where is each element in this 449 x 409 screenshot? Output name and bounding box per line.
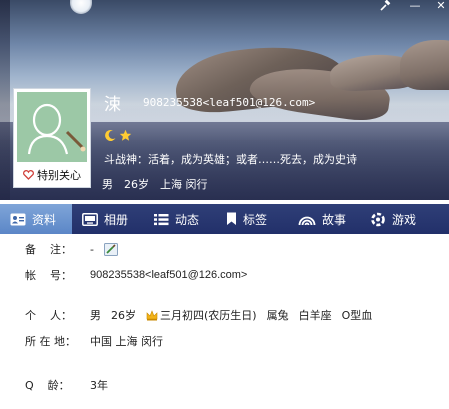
star-icon bbox=[119, 129, 132, 141]
personal-star-sign: 白羊座 bbox=[298, 309, 332, 322]
location-row: 所 在 地： 中国 上海 闵行 bbox=[25, 333, 163, 349]
profile-tabs: 资料 相册 动态 标签 故事 游戏 bbox=[0, 204, 449, 234]
basic-info-row: 男 26岁 上海 闵行 bbox=[102, 176, 219, 192]
personal-signature[interactable]: 斗战神：活着，成为英雄；或者……死去，成为史诗 bbox=[104, 151, 357, 167]
personal-zodiac: 属兔 bbox=[266, 309, 289, 322]
story-arc-icon bbox=[298, 216, 316, 225]
tab-profile-label: 资料 bbox=[32, 212, 57, 227]
moon-icon bbox=[105, 129, 116, 141]
nickname: 涑 bbox=[104, 95, 121, 115]
location-value: 中国 上海 闵行 bbox=[90, 335, 163, 348]
personal-blood-type: O型血 bbox=[341, 309, 373, 322]
tab-tags-label: 标签 bbox=[243, 212, 268, 227]
tab-feed[interactable]: 动态 bbox=[144, 204, 216, 234]
banner-rock bbox=[400, 40, 449, 90]
special-care-toggle[interactable]: 特别关心 bbox=[14, 165, 90, 185]
remark-row: 备 注： - bbox=[25, 241, 118, 257]
bookmark-icon bbox=[227, 212, 236, 225]
heart-icon bbox=[23, 170, 34, 180]
close-icon: ✕ bbox=[436, 0, 446, 12]
age: 26岁 bbox=[124, 178, 149, 191]
avatar[interactable] bbox=[17, 92, 87, 162]
q-age-label: Q 龄： bbox=[25, 379, 70, 392]
minimize-icon: — bbox=[409, 0, 421, 12]
window-left-edge bbox=[0, 0, 10, 200]
profile-card-icon bbox=[10, 213, 26, 225]
tab-album-label: 相册 bbox=[104, 212, 129, 227]
remark-label: 备 注： bbox=[25, 243, 72, 256]
crown-icon bbox=[146, 309, 158, 320]
tab-album[interactable]: 相册 bbox=[72, 204, 144, 234]
hammer-icon[interactable] bbox=[374, 0, 396, 14]
tab-feed-label: 动态 bbox=[175, 212, 200, 227]
personal-values: 男 26岁 三月初四(农历生日) 属兔 白羊座 O型血 bbox=[90, 307, 372, 323]
personal-age: 26岁 bbox=[111, 309, 136, 322]
feed-list-icon bbox=[154, 213, 169, 225]
q-age-row: Q 龄： 3年 bbox=[25, 377, 108, 393]
tab-games-label: 游戏 bbox=[392, 212, 417, 227]
game-icon bbox=[371, 212, 385, 226]
album-icon bbox=[82, 212, 98, 226]
personal-birthday: 三月初四(农历生日) bbox=[160, 309, 257, 322]
account-row: 帐 号： 908235538<leaf501@126.com> bbox=[25, 267, 247, 283]
minimize-button[interactable]: — bbox=[404, 0, 426, 14]
remark-value-group: - bbox=[90, 242, 118, 256]
qq-account-id: 908235538<leaf501@126.com> bbox=[143, 96, 316, 109]
profile-details: 备 注： - 帐 号： 908235538<leaf501@126.com> 个… bbox=[0, 234, 449, 409]
account-value[interactable]: 908235538<leaf501@126.com> bbox=[90, 269, 247, 281]
special-care-label: 特别关心 bbox=[37, 169, 81, 182]
qq-level[interactable] bbox=[104, 129, 132, 142]
account-label: 帐 号： bbox=[25, 269, 72, 282]
tab-story[interactable]: 故事 bbox=[288, 204, 360, 234]
birthday-group: 三月初四(农历生日) bbox=[146, 307, 257, 323]
tab-tags[interactable]: 标签 bbox=[216, 204, 288, 234]
personal-gender: 男 bbox=[90, 309, 101, 322]
personal-row: 个 人： 男 26岁 三月初四(农历生日) 属兔 白羊座 O型血 bbox=[25, 307, 372, 323]
gender: 男 bbox=[102, 178, 113, 191]
tab-story-label: 故事 bbox=[322, 212, 347, 227]
edit-remark-icon[interactable] bbox=[103, 242, 118, 256]
q-age-value: 3年 bbox=[90, 379, 108, 392]
personal-label: 个 人： bbox=[25, 309, 72, 322]
tab-games[interactable]: 游戏 bbox=[360, 204, 440, 234]
banner-moon bbox=[70, 0, 92, 14]
close-button[interactable]: ✕ bbox=[430, 0, 449, 14]
tab-profile[interactable]: 资料 bbox=[0, 204, 72, 234]
avatar-card[interactable]: 特别关心 bbox=[13, 88, 91, 188]
location: 上海 闵行 bbox=[160, 178, 208, 191]
profile-banner: — ✕ 特别关心 涑 908235538<leaf501@126.com> 斗战… bbox=[0, 0, 449, 200]
location-label: 所 在 地： bbox=[25, 335, 76, 348]
remark-value: - bbox=[90, 242, 94, 256]
